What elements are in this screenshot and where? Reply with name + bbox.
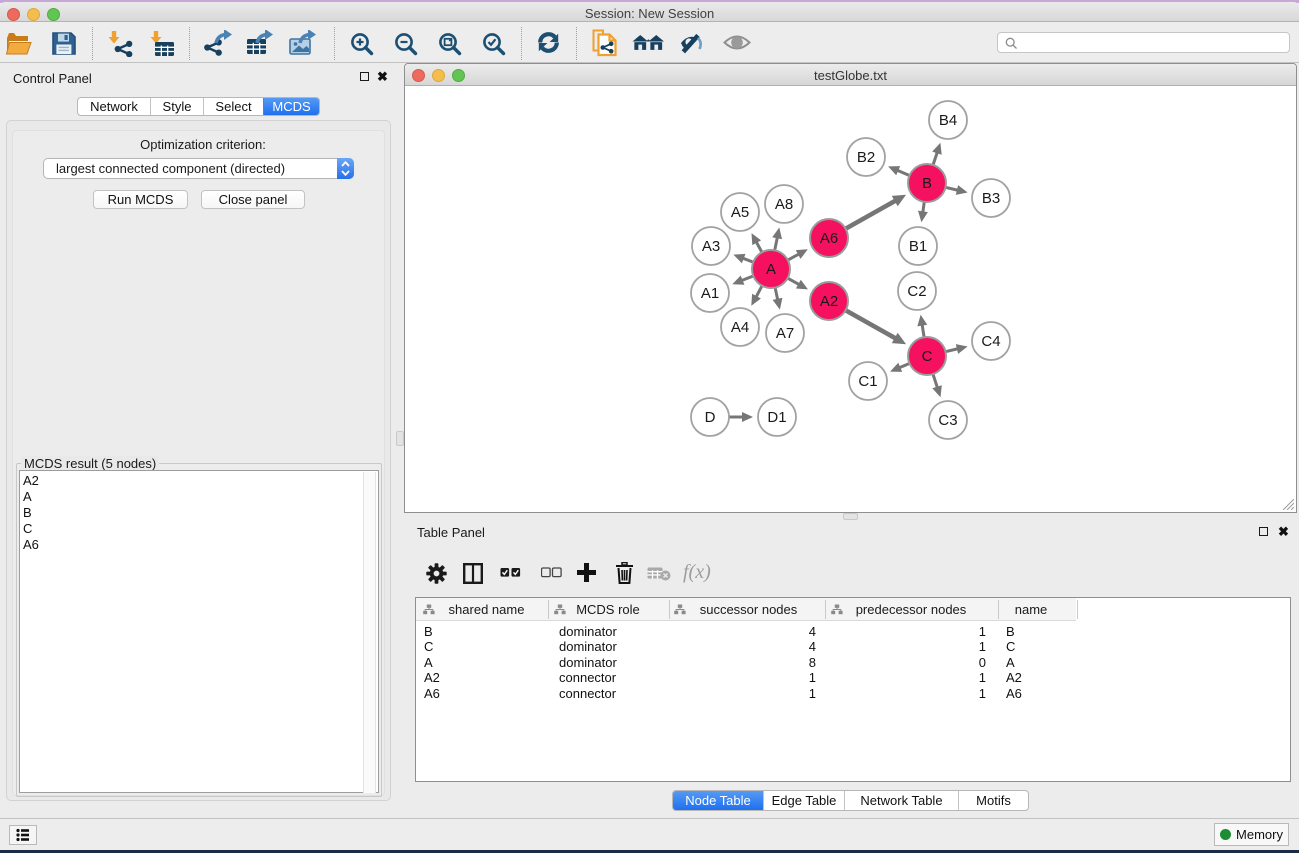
svg-text:D1: D1 (767, 409, 786, 426)
svg-text:B2: B2 (857, 149, 875, 166)
svg-text:A8: A8 (775, 196, 793, 213)
svg-text:A: A (766, 261, 776, 278)
svg-text:A5: A5 (731, 204, 749, 221)
svg-text:B: B (922, 175, 932, 192)
svg-text:A4: A4 (731, 319, 749, 336)
svg-text:A3: A3 (702, 238, 720, 255)
svg-text:C3: C3 (938, 412, 957, 429)
svg-text:C1: C1 (858, 373, 877, 390)
svg-text:A1: A1 (701, 285, 719, 302)
svg-text:B1: B1 (909, 238, 927, 255)
svg-text:A7: A7 (776, 325, 794, 342)
svg-text:D: D (705, 409, 716, 426)
svg-text:A6: A6 (820, 230, 838, 247)
svg-text:B4: B4 (939, 112, 957, 129)
svg-text:C: C (922, 348, 933, 365)
svg-text:C4: C4 (981, 333, 1000, 350)
svg-text:B3: B3 (982, 190, 1000, 207)
svg-text:A2: A2 (820, 293, 838, 310)
svg-text:C2: C2 (907, 283, 926, 300)
